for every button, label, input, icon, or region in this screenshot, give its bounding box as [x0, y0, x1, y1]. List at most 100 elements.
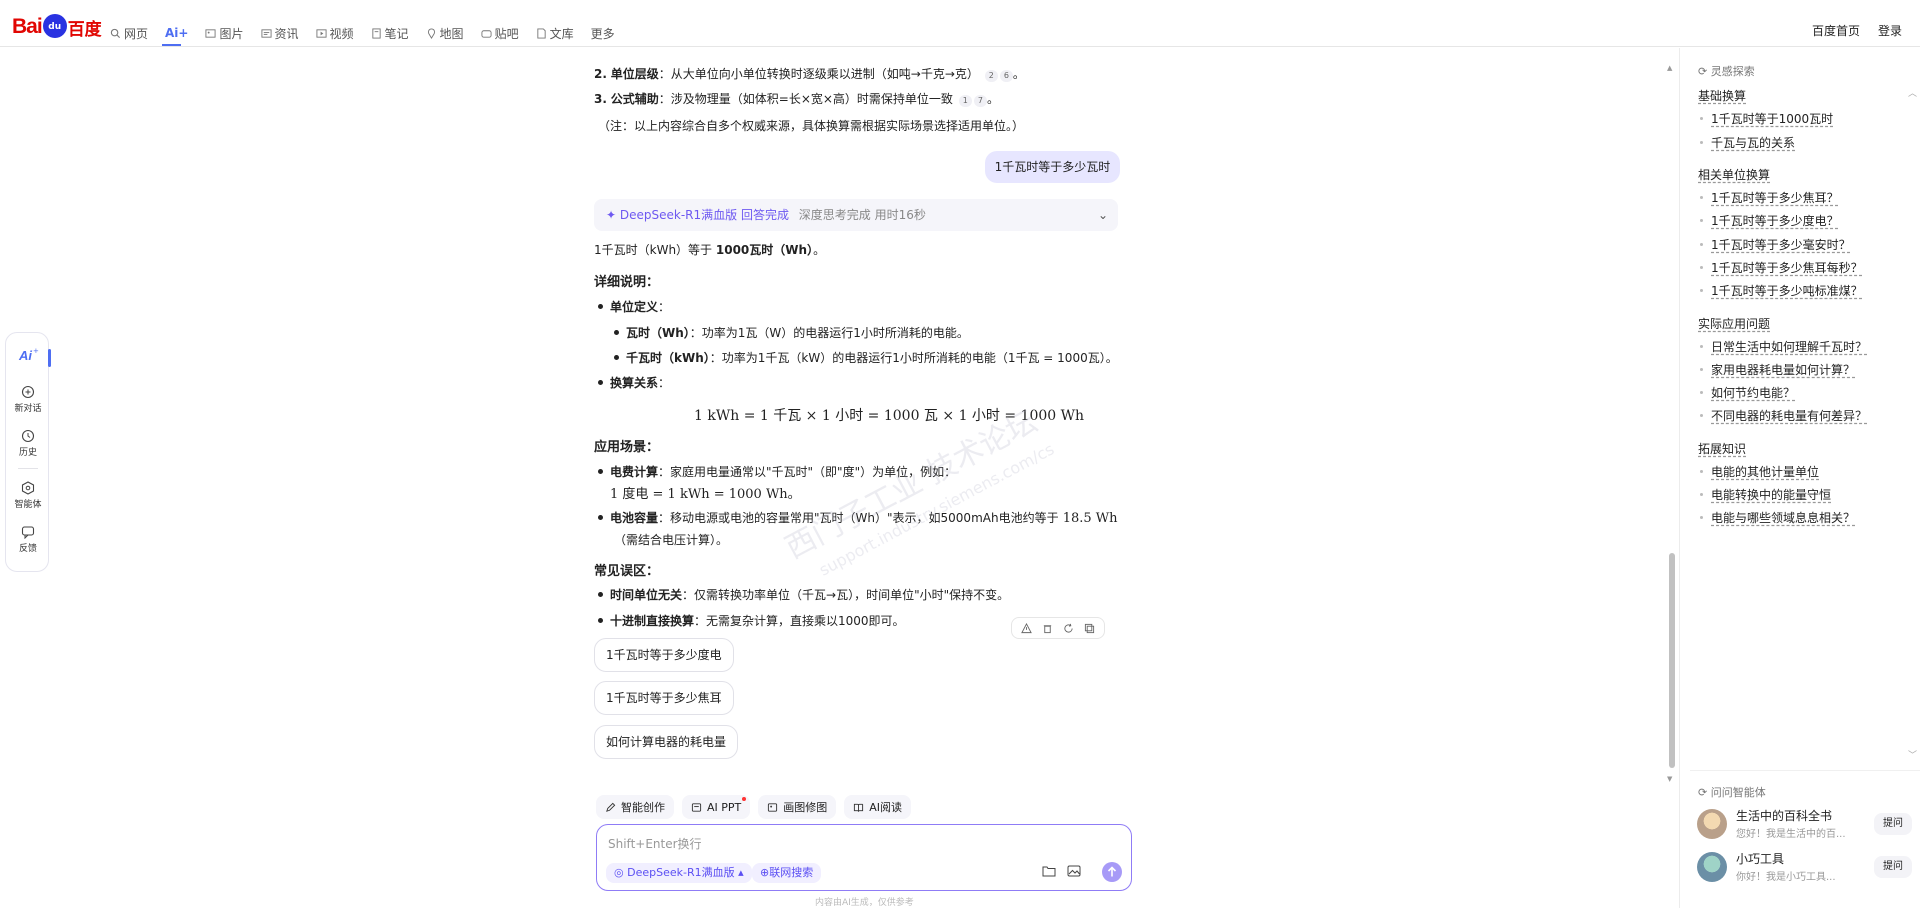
list-bold-label: 公式辅助 [610, 92, 659, 106]
tab-images[interactable]: 图片 [205, 25, 244, 41]
list-end: 。 [1012, 67, 1025, 81]
bold-label: 十进制直接换算 [610, 614, 695, 628]
explore-title: ⟳ 灵感探索 [1698, 63, 1755, 79]
baidu-home-link[interactable]: 百度首页 [1812, 22, 1860, 39]
image-upload-icon[interactable] [1067, 865, 1081, 877]
scrollbar-thumb[interactable] [1669, 553, 1675, 768]
globe-icon: ⊕ [760, 866, 770, 879]
book-icon [854, 803, 864, 812]
explore-item[interactable]: 日常生活中如何理解千瓦时？ [1711, 338, 1867, 355]
logo-text-cn: 百度 [67, 19, 102, 40]
tab-map[interactable]: 地图 [426, 25, 464, 41]
tab-news[interactable]: 资讯 [260, 25, 299, 41]
collapse-down-icon[interactable]: ﹀ [1908, 748, 1917, 761]
tab-label: Ai+ [165, 26, 189, 40]
tab-wenku[interactable]: 文库 [536, 25, 574, 41]
time-item: 时间单位无关：仅需转换功率单位（千瓦→瓦），时间单位"小时"保持不变。 [610, 586, 1009, 603]
login-link[interactable]: 登录 [1878, 22, 1902, 39]
tab-notes[interactable]: 笔记 [371, 25, 409, 41]
explore-item[interactable]: 1千瓦时等于多少毫安时？ [1711, 236, 1851, 253]
tool-image-edit[interactable]: 画图修图 [758, 795, 837, 819]
picture-icon [768, 802, 778, 812]
tab-tieba[interactable]: 贴吧 [481, 25, 519, 41]
tool-smart-creation[interactable]: 智能创作 [596, 795, 674, 819]
baidu-logo[interactable]: Bai du 百度 [12, 14, 102, 40]
collapse-up-icon[interactable]: ︿ [1908, 86, 1917, 99]
sidebar-agents[interactable]: 智能体 [6, 481, 50, 510]
tab-ai-plus[interactable]: Ai+ [165, 25, 188, 41]
explore-item[interactable]: 如何节约电能？ [1711, 384, 1795, 401]
tool-ai-ppt[interactable]: AI PPT [682, 795, 751, 819]
tab-label: 地图 [439, 26, 464, 41]
send-button[interactable] [1102, 862, 1122, 882]
video-icon [315, 28, 327, 38]
report-icon[interactable] [1021, 622, 1032, 634]
tab-video[interactable]: 视频 [315, 25, 354, 41]
explore-item[interactable]: 家用电器耗电量如何计算？ [1711, 361, 1855, 378]
explore-item[interactable]: 1千瓦时等于多少焦耳？ [1711, 189, 1839, 206]
sidebar-history[interactable]: 历史 [6, 429, 50, 458]
tab-web[interactable]: 网页 [110, 25, 148, 41]
tab-label: 图片 [219, 26, 244, 41]
regenerate-icon[interactable] [1063, 623, 1074, 634]
colon: ： [658, 300, 671, 314]
delete-icon[interactable] [1042, 623, 1053, 634]
citation-ref[interactable]: 6 [999, 70, 1013, 82]
explore-item[interactable]: 电能转换中的能量守恒 [1711, 486, 1831, 503]
explore-item[interactable]: 1千瓦时等于1000瓦时 [1711, 110, 1833, 127]
explore-section-title[interactable]: 相关单位换算 [1698, 166, 1770, 183]
explore-item[interactable]: 电能与哪些领域息息相关？ [1711, 509, 1855, 526]
web-search-toggle[interactable]: ⊕联网搜索 [752, 863, 822, 883]
folder-icon[interactable] [1042, 865, 1056, 877]
bullet [614, 355, 619, 360]
agent-desc: 您好！我是生活中的百... [1736, 829, 1846, 840]
explore-item[interactable]: 1千瓦时等于多少焦耳每秒？ [1711, 259, 1863, 276]
suggestion-chip[interactable]: 1千瓦时等于多少度电 [594, 638, 734, 672]
explore-section-title[interactable]: 基础换算 [1698, 87, 1746, 104]
list-dot [1700, 368, 1703, 371]
copy-icon[interactable] [1084, 623, 1095, 634]
sidebar-feedback[interactable]: 反馈 [6, 525, 50, 554]
model-status: DeepSeek-R1满血版 回答完成 [619, 208, 789, 222]
battery-item-cont: （需结合电压计算）。 [614, 533, 729, 547]
sidebar-ai[interactable]: Ai + [6, 347, 50, 365]
explore-section-title[interactable]: 实际应用问题 [1698, 315, 1770, 332]
explore-item[interactable]: 电能的其他计量单位 [1711, 463, 1819, 480]
ask-button[interactable]: 提问 [1874, 856, 1912, 878]
paw-icon: du [42, 14, 67, 38]
citation-ref[interactable]: 1 [958, 95, 972, 107]
tool-ai-read[interactable]: AI阅读 [844, 795, 912, 819]
tab-label: 文库 [549, 26, 574, 41]
agents-title: ⟳ 问问智能体 [1698, 784, 1766, 800]
chat-input-box[interactable]: Shift+Enter换行 ◎ DeepSeek-R1满血版 ▴ ⊕联网搜索 [596, 824, 1132, 891]
agent-card[interactable]: 小巧工具 你好！我是小巧工具... 提问 [1697, 850, 1912, 884]
sidebar-new-chat[interactable]: 新对话 [6, 385, 50, 414]
feedback-icon [21, 526, 35, 539]
suggestion-chip[interactable]: 如何计算电器的耗电量 [594, 725, 739, 759]
explore-item[interactable]: 1千瓦时等于多少吨标准煤？ [1711, 282, 1863, 299]
explore-item[interactable]: 不同电器的耗电量有何差异？ [1711, 407, 1867, 424]
explore-section-title[interactable]: 拓展知识 [1698, 440, 1746, 457]
answer-lead-bold: 1000瓦时（Wh） [715, 243, 814, 257]
list-number: 2. [594, 67, 607, 81]
tab-more[interactable]: 更多 [591, 25, 615, 41]
deep-thinking-bar[interactable]: ✦ DeepSeek-R1满血版 回答完成 深度思考完成 用时16秒 ⌄ [594, 199, 1118, 231]
agent-icon [21, 481, 35, 495]
explore-item[interactable]: 1千瓦时等于多少度电？ [1711, 212, 1839, 229]
model-selector[interactable]: ◎ DeepSeek-R1满血版 ▴ [606, 863, 752, 883]
scrollbar-up-arrow[interactable]: ▲ [1667, 64, 1672, 72]
explore-item[interactable]: 千瓦与瓦的关系 [1711, 134, 1795, 151]
active-tab-indicator [162, 44, 181, 46]
agent-card[interactable]: 生活中的百科全书 您好！我是生活中的百... 提问 [1697, 807, 1912, 841]
item-text: ：移动电源或电池的容量常用"瓦时（Wh）"表示，如5000mAh电池约等于 [658, 511, 1059, 525]
citation-ref[interactable]: 2 [984, 70, 998, 82]
decimal-item: 十进制直接换算：无需复杂计算，直接乘以1000即可。 [610, 612, 905, 629]
ask-button[interactable]: 提问 [1874, 813, 1912, 835]
chevron-down-icon[interactable]: ⌄ [1098, 199, 1108, 231]
scrollbar-down-arrow[interactable]: ▼ [1667, 775, 1672, 783]
citation-ref[interactable]: 7 [973, 95, 987, 107]
fee-item: 电费计算：家庭用电量通常以"千瓦时"（即"度"）为单位，例如： [610, 463, 956, 480]
suggestion-chip[interactable]: 1千瓦时等于多少焦耳 [594, 681, 734, 715]
chat-input-placeholder[interactable]: Shift+Enter换行 [608, 835, 702, 852]
search-vertical-tabs: 网页 Ai+ 图片 资讯 视频 笔记 地图 贴吧 文库 更多 [110, 25, 632, 41]
